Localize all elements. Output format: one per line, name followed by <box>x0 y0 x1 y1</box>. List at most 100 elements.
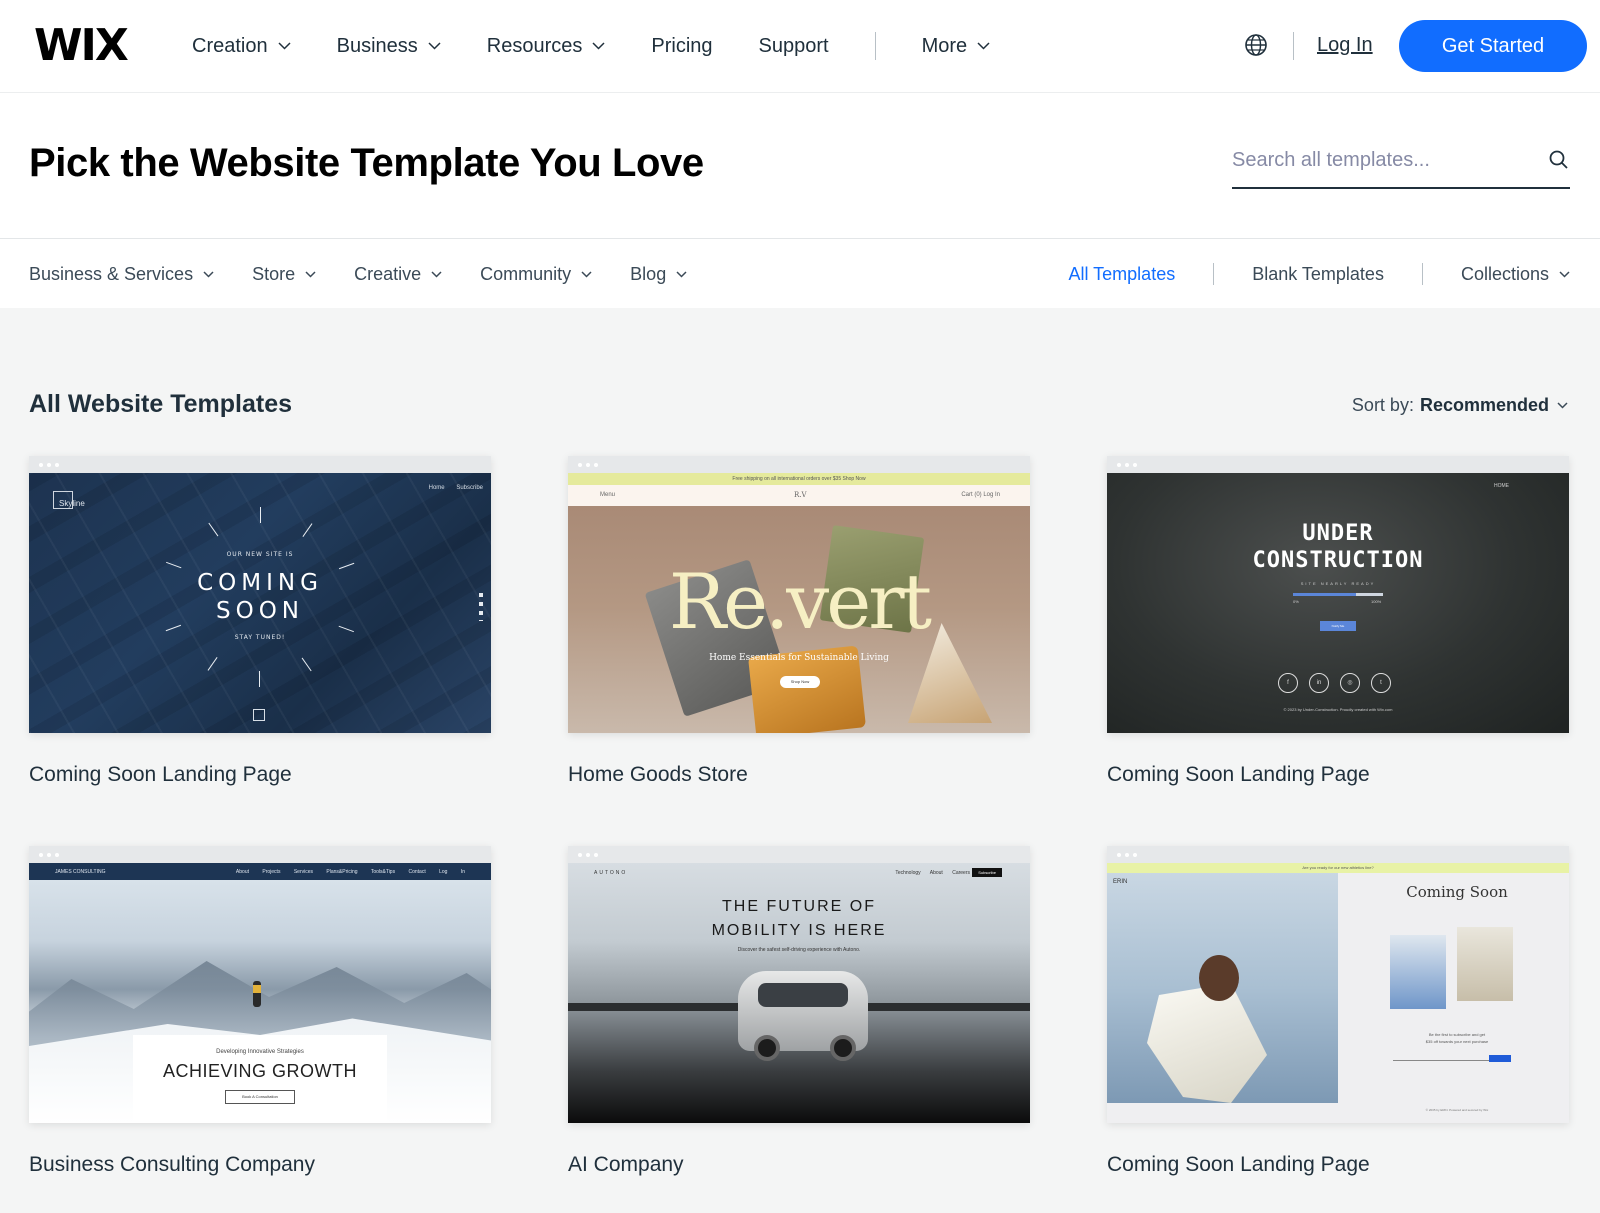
sort-dropdown[interactable]: Sort by: Recommended <box>1352 395 1568 416</box>
thumbnail-screen: HOME UNDER CONSTRUCTION SITE NEARLY READ… <box>1107 473 1569 733</box>
nav-divider <box>1293 32 1294 60</box>
site-nav: About Projects Services Plans&Pricing To… <box>235 869 465 875</box>
subscribe-button: Subscribe <box>972 868 1002 877</box>
nav-creation-label: Creation <box>192 34 268 57</box>
chevron-down-icon <box>278 42 291 50</box>
blank-templates-link[interactable]: Blank Templates <box>1252 264 1384 285</box>
template-card[interactable]: HOME UNDER CONSTRUCTION SITE NEARLY READ… <box>1107 456 1569 787</box>
category-creative[interactable]: Creative <box>354 264 442 285</box>
search-icon[interactable] <box>1548 149 1570 171</box>
template-thumbnail[interactable]: Free shipping on all international order… <box>568 456 1030 733</box>
site-logo: AUTONO <box>594 870 628 876</box>
product-image <box>1390 935 1446 1009</box>
template-card[interactable]: JAMES CONSULTING About Projects Services… <box>29 846 491 1177</box>
template-name[interactable]: Coming Soon Landing Page <box>29 763 491 787</box>
nav-creation[interactable]: Creation <box>192 35 291 58</box>
progress-end: 100% <box>1371 599 1382 604</box>
nav-support-label: Support <box>758 34 829 57</box>
template-name[interactable]: AI Company <box>568 1153 1030 1177</box>
template-card[interactable]: Skyline Home Subscribe OUR NEW SITE IS C… <box>29 456 491 787</box>
template-thumbnail[interactable]: Are you ready for our new athletics line… <box>1107 846 1569 1123</box>
template-name[interactable]: Coming Soon Landing Page <box>1107 1153 1569 1177</box>
category-community[interactable]: Community <box>480 264 592 285</box>
template-name[interactable]: Home Goods Store <box>568 763 1030 787</box>
thumbnail-screen: Are you ready for our new athletics line… <box>1107 863 1569 1123</box>
template-thumbnail[interactable]: JAMES CONSULTING About Projects Services… <box>29 846 491 1123</box>
notify-button: Notify Me <box>1320 621 1356 631</box>
kicker-text: Developing Innovative Strategies <box>216 1049 304 1055</box>
nav-more-label: More <box>921 34 968 57</box>
template-thumbnail[interactable]: HOME UNDER CONSTRUCTION SITE NEARLY READ… <box>1107 456 1569 733</box>
globe-icon[interactable] <box>1244 33 1268 57</box>
thumbnail-screen: Skyline Home Subscribe OUR NEW SITE IS C… <box>29 473 491 733</box>
top-nav: WIX Creation Business Resources Pricing … <box>0 0 1600 92</box>
headline: ACHIEVING GROWTH <box>162 1061 357 1081</box>
nav-support[interactable]: Support <box>759 35 829 58</box>
template-card[interactable]: AUTONO Technology About Careers Subscrib… <box>568 846 1030 1177</box>
category-bar: Business & Services Store Creative Commu… <box>0 238 1600 308</box>
browser-chrome <box>29 456 491 473</box>
category-business-services[interactable]: Business & Services <box>29 264 214 285</box>
nav-resources[interactable]: Resources <box>487 35 606 58</box>
page-title: Pick the Website Template You Love <box>29 141 704 185</box>
thumbnail-screen: AUTONO Technology About Careers Subscrib… <box>568 863 1030 1123</box>
browser-chrome <box>568 456 1030 473</box>
search-input[interactable] <box>1232 137 1522 183</box>
instagram-icon: ◎ <box>1340 673 1360 693</box>
wix-logo[interactable]: WIX <box>34 24 129 68</box>
chevron-down-icon <box>1557 402 1568 409</box>
nav-business-label: Business <box>336 34 418 57</box>
headline-line-2: CONSTRUCTION <box>1252 548 1424 573</box>
site-cart: Cart (0) Log In <box>961 492 1000 498</box>
chevron-down-icon <box>581 270 592 278</box>
category-blog[interactable]: Blog <box>630 264 687 285</box>
template-name[interactable]: Coming Soon Landing Page <box>1107 763 1569 787</box>
signup-text: Be the first to subscribe and get $35 off… <box>1425 1032 1489 1044</box>
scroll-down-icon <box>253 709 265 721</box>
collections-dropdown[interactable]: Collections <box>1461 264 1570 285</box>
chevron-down-icon <box>1559 270 1570 278</box>
template-name[interactable]: Business Consulting Company <box>29 1153 491 1177</box>
chevron-down-icon <box>977 42 990 50</box>
site-nav: Technology About Careers <box>895 870 970 876</box>
template-thumbnail[interactable]: Skyline Home Subscribe OUR NEW SITE IS C… <box>29 456 491 733</box>
template-thumbnail[interactable]: AUTONO Technology About Careers Subscrib… <box>568 846 1030 1123</box>
hero-wordmark: Re.vert <box>668 557 932 646</box>
footer-copyright: © 2023 by Under-Construction. Proudly cr… <box>1283 707 1393 712</box>
template-card[interactable]: Free shipping on all international order… <box>568 456 1030 787</box>
hero-photo: ERIN <box>1107 873 1338 1103</box>
promo-banner: Free shipping on all international order… <box>568 473 1030 485</box>
site-header: JAMES CONSULTING About Projects Services… <box>29 863 491 880</box>
thumbnail-screen: JAMES CONSULTING About Projects Services… <box>29 863 491 1123</box>
chevron-down-icon <box>676 270 687 278</box>
template-card[interactable]: Are you ready for our new athletics line… <box>1107 846 1569 1177</box>
nav-pricing[interactable]: Pricing <box>651 35 712 58</box>
nav-business[interactable]: Business <box>337 35 441 58</box>
chevron-down-icon <box>428 42 441 50</box>
subtitle: SITE NEARLY READY <box>1300 581 1376 586</box>
site-header: Menu R.V Cart (0) Log In <box>568 485 1030 506</box>
headline-line-1: UNDER <box>1302 521 1374 546</box>
thumbnail-screen: Free shipping on all international order… <box>568 473 1030 733</box>
footer-copyright: © 2035 by ERIN. Powered and secured by W… <box>1425 1108 1489 1112</box>
all-templates-link[interactable]: All Templates <box>1068 264 1175 285</box>
chevron-down-icon <box>203 270 214 278</box>
site-logo: Skyline <box>59 499 85 508</box>
nav-pricing-label: Pricing <box>651 34 713 57</box>
sort-label: Sort by: <box>1351 395 1414 415</box>
progress-bar <box>1293 593 1383 596</box>
divider <box>1213 263 1215 285</box>
category-store[interactable]: Store <box>252 264 316 285</box>
shop-now-button: Shop Now <box>780 676 820 688</box>
social-icons <box>479 593 483 621</box>
hero: Pick the Website Template You Love <box>0 92 1600 238</box>
headline: THE FUTURE OF MOBILITY IS HERE <box>711 898 887 939</box>
consultation-button: Book A Consultation <box>225 1090 295 1104</box>
category-label: Business & Services <box>29 263 194 284</box>
get-started-button[interactable]: Get Started <box>1399 20 1587 72</box>
hero-box: Developing Innovative Strategies ACHIEVI… <box>133 1035 387 1123</box>
login-link[interactable]: Log In <box>1317 34 1373 57</box>
nav-more[interactable]: More <box>922 35 991 58</box>
search-box <box>1232 137 1570 189</box>
site-nav: HOME <box>1494 483 1509 489</box>
